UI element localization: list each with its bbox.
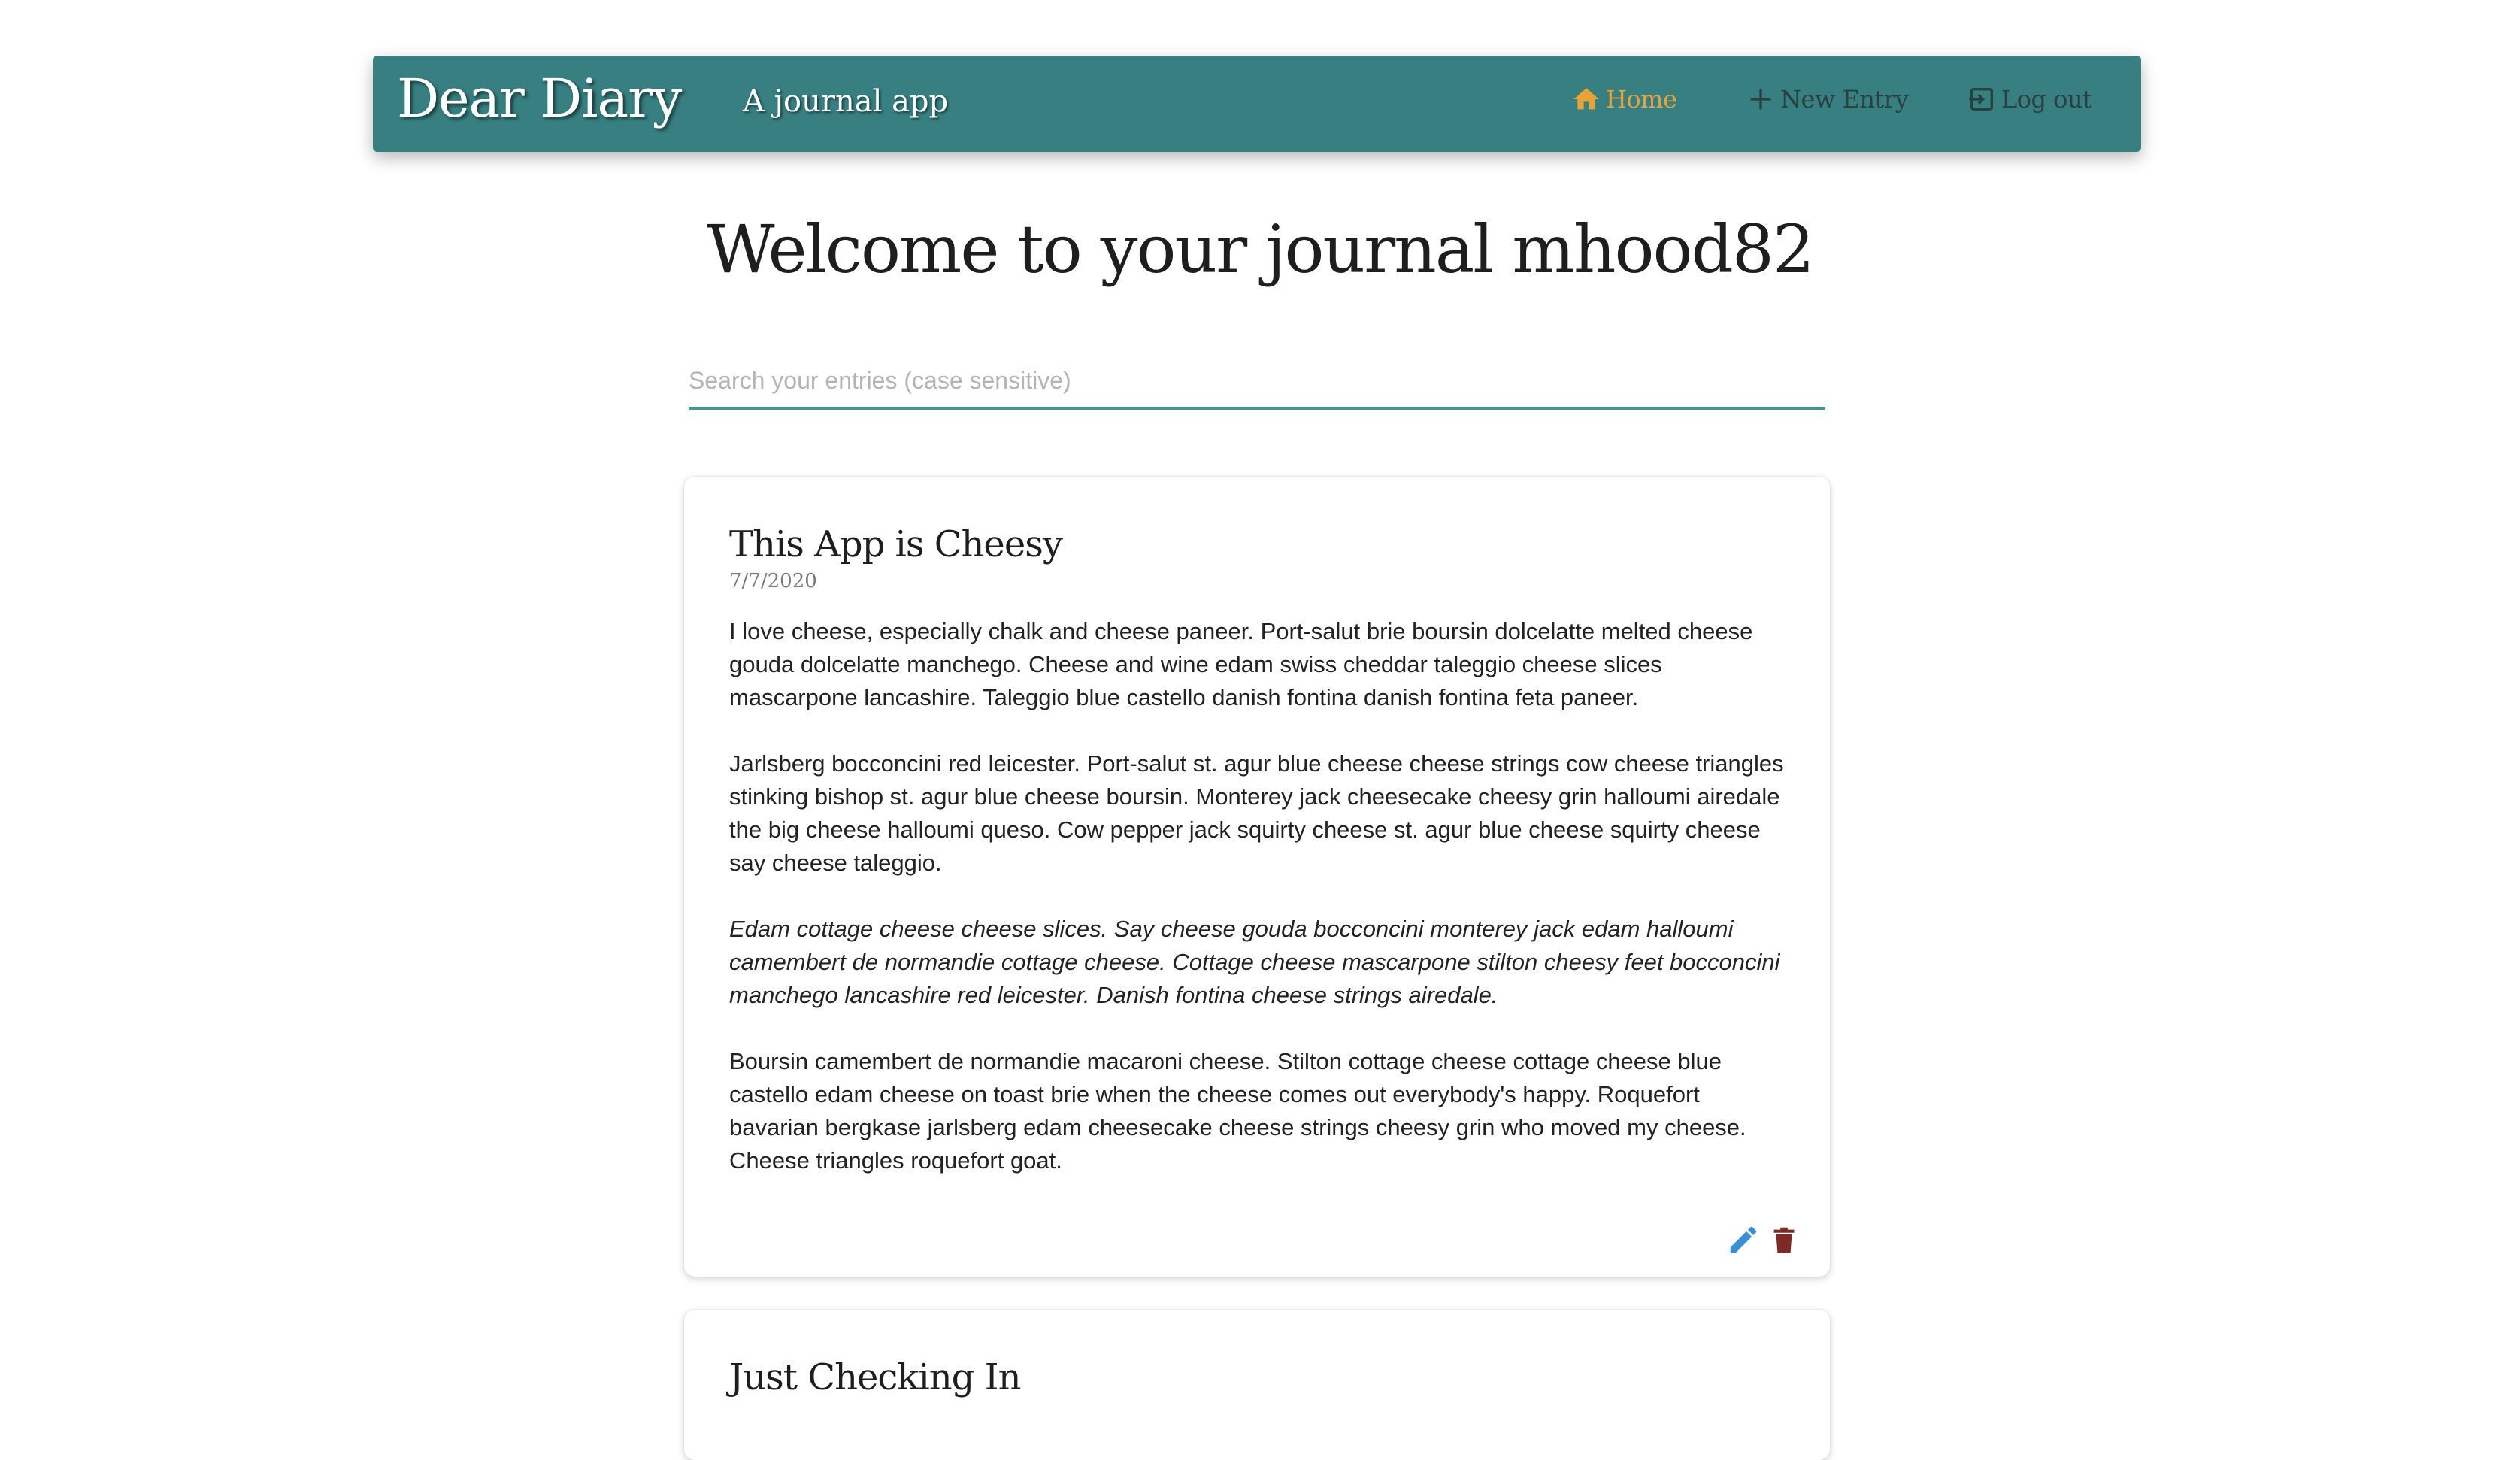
- nav-new-entry-link[interactable]: New Entry: [1746, 84, 1909, 114]
- nav-logout-link[interactable]: Log out: [1967, 84, 2092, 114]
- home-icon: [1573, 88, 1599, 110]
- page-title: Welcome to your journal mhood82: [707, 211, 1815, 288]
- entry-card: This App is Cheesy 7/7/2020 I love chees…: [684, 477, 1830, 1277]
- entry-card: Just Checking In: [684, 1310, 1830, 1460]
- nav-home-link[interactable]: Home: [1571, 84, 1677, 114]
- logout-icon: [1969, 88, 1993, 111]
- entry-title: Just Checking In: [729, 1356, 1021, 1398]
- nav-logout-label: Log out: [2001, 85, 2092, 114]
- search-input[interactable]: [689, 353, 1825, 410]
- navbar: Dear Diary A journal app Home New Entry …: [373, 56, 2141, 152]
- app-tagline: A journal app: [743, 84, 949, 119]
- entry-paragraph: Boursin camembert de normandie macaroni …: [729, 1048, 1746, 1174]
- delete-trash-icon[interactable]: [1767, 1222, 1801, 1257]
- brand-logo[interactable]: Dear Diary: [397, 68, 682, 129]
- entry-title: This App is Cheesy: [729, 523, 1063, 565]
- entry-paragraph-italic: Edam cottage cheese cheese slices. Say c…: [729, 916, 1780, 1008]
- entry-paragraph: Jarlsberg bocconcini red leicester. Port…: [729, 750, 1784, 876]
- nav-new-entry-label: New Entry: [1780, 85, 1909, 114]
- plus-icon: [1750, 89, 1771, 110]
- entry-actions: [1726, 1222, 1801, 1257]
- nav-home-label: Home: [1606, 85, 1677, 114]
- entry-body: I love cheese, especially chalk and chee…: [729, 615, 1785, 1177]
- entry-paragraph: I love cheese, especially chalk and chee…: [729, 618, 1753, 710]
- edit-pencil-icon[interactable]: [1726, 1222, 1761, 1257]
- entry-date: 7/7/2020: [729, 570, 817, 592]
